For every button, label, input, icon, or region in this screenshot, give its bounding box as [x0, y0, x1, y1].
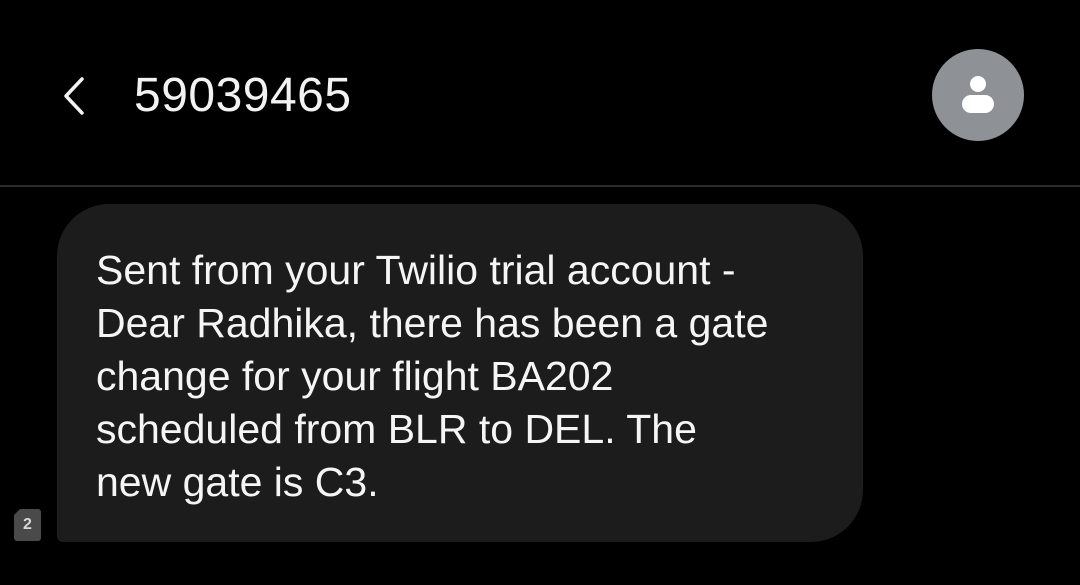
- back-button[interactable]: [50, 70, 98, 122]
- sim-card-icon: 2: [14, 509, 41, 541]
- message-line: new gate is C3.: [96, 459, 379, 505]
- incoming-message-bubble[interactable]: Sent from your Twilio trial account - Dea…: [57, 204, 863, 542]
- person-icon: [962, 76, 994, 113]
- message-line: change for your flight BA202: [96, 353, 614, 399]
- message-list[interactable]: 2 Sent from your Twilio trial account - D…: [0, 187, 1080, 585]
- message-line: Sent from your Twilio trial account -: [96, 247, 736, 293]
- message-line: Dear Radhika, there has been a gate: [96, 300, 769, 346]
- messaging-screen: 59039465 2 Sent from your Twilio trial a…: [0, 0, 1080, 585]
- chevron-left-icon: [64, 77, 84, 115]
- contact-number-title: 59039465: [134, 69, 352, 122]
- message-line: scheduled from BLR to DEL. The: [96, 406, 697, 452]
- sim-slot-label: 2: [23, 516, 32, 533]
- contact-avatar-button[interactable]: [932, 49, 1024, 141]
- message-text: Sent from your Twilio trial account - Dea…: [96, 244, 823, 509]
- conversation-header: 59039465: [0, 0, 1080, 185]
